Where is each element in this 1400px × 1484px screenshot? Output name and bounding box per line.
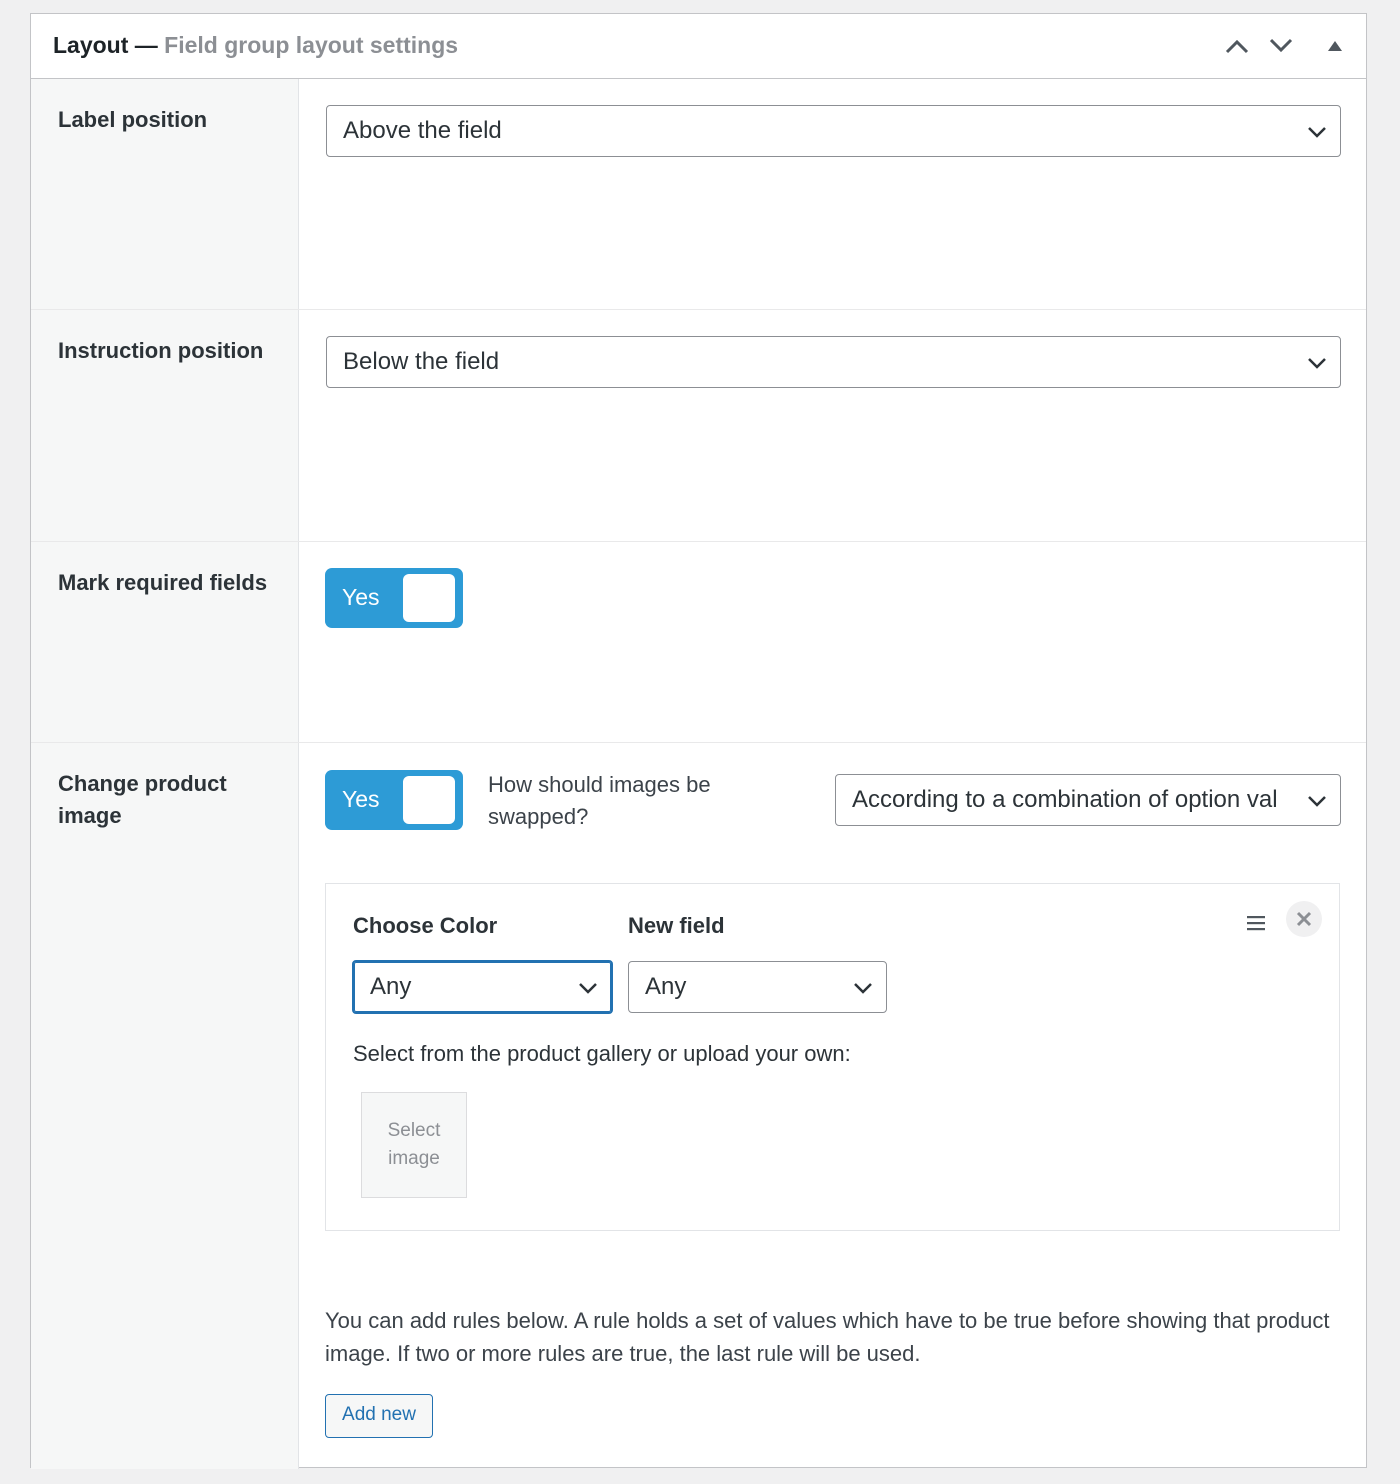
new-field-select[interactable]: Any [628, 961, 887, 1013]
row-instruction-position: Instruction position Below the field [31, 310, 1366, 542]
change-image-toggle[interactable]: Yes [325, 770, 463, 830]
panel-subtitle: Field group layout settings [164, 32, 459, 58]
row-label-column: Change product image [31, 743, 299, 1469]
select-image-button[interactable]: Select image [361, 1092, 467, 1198]
new-field-label: New field [628, 913, 725, 938]
toggle-label: Yes [342, 584, 380, 610]
mark-required-toggle[interactable]: Yes [325, 568, 463, 628]
chevron-down-icon [852, 977, 874, 999]
chevron-down-icon [1306, 790, 1328, 812]
layout-panel: Layout — Field group layout settings Lab… [30, 13, 1367, 1469]
gallery-instruction: Select from the product gallery or uploa… [353, 1041, 851, 1066]
move-down-button[interactable] [1265, 30, 1297, 62]
row-label-column: Instruction position [31, 310, 299, 541]
label-position-label: Label position [58, 107, 208, 132]
chevron-down-icon [1306, 121, 1328, 143]
add-new-rule-button[interactable]: Add new [325, 1394, 433, 1438]
choose-color-value: Any [370, 973, 412, 1000]
rule-remove-button[interactable] [1286, 901, 1322, 937]
label-position-select[interactable]: Above the field [326, 105, 1341, 157]
panel-title: Layout — Field group layout settings [53, 32, 458, 59]
toggle-label: Yes [342, 786, 380, 812]
choose-color-select[interactable]: Any [352, 960, 613, 1014]
hamburger-menu-icon [1247, 916, 1265, 931]
swap-question: How should images be swapped? [488, 772, 711, 829]
move-up-button[interactable] [1221, 30, 1253, 62]
chevron-down-icon [577, 977, 599, 999]
instruction-position-label: Instruction position [58, 338, 264, 363]
instruction-position-value: Below the field [343, 348, 500, 375]
collapse-panel-button[interactable] [1319, 30, 1351, 62]
triangle-up-icon [1328, 41, 1342, 51]
row-label-position: Label position Above the field [31, 79, 1366, 310]
panel-title-main: Layout [53, 32, 129, 58]
chevron-down-icon [1306, 352, 1328, 374]
rule-menu-button[interactable] [1241, 908, 1271, 938]
chevron-up-icon [1225, 39, 1249, 54]
choose-color-label: Choose Color [353, 913, 498, 938]
rules-help-text: You can add rules below. A rule holds a … [325, 1308, 1330, 1366]
panel-title-separator: — [128, 32, 165, 58]
row-label-column: Label position [31, 79, 299, 309]
toggle-knob [403, 776, 455, 824]
row-mark-required: Mark required fields Yes [31, 542, 1366, 743]
instruction-position-select[interactable]: Below the field [326, 336, 1341, 388]
change-image-label: Change product image [58, 771, 227, 828]
toggle-knob [403, 574, 455, 622]
swap-method-value: According to a combination of option val [852, 786, 1278, 813]
mark-required-label: Mark required fields [58, 570, 268, 595]
swap-method-select[interactable]: According to a combination of option val [835, 774, 1341, 826]
close-icon [1296, 911, 1312, 927]
new-field-value: Any [645, 973, 687, 1000]
label-position-value: Above the field [343, 117, 502, 144]
chevron-down-icon [1269, 38, 1293, 53]
image-rule: Choose Color New field Any Any Select fr… [325, 883, 1340, 1231]
row-label-column: Mark required fields [31, 542, 299, 742]
panel-header: Layout — Field group layout settings [31, 14, 1366, 79]
